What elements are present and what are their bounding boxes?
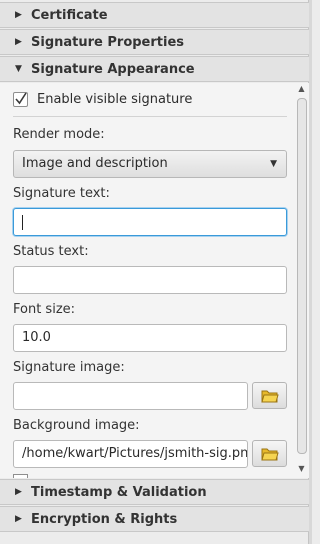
triangle-right-icon: ▶	[15, 514, 22, 524]
triangle-right-icon: ▶	[15, 37, 22, 47]
enable-visible-signature-checkbox[interactable]	[13, 92, 28, 107]
folder-icon	[261, 390, 279, 403]
triangle-down-icon: ▼	[15, 64, 22, 74]
enable-visible-signature-label[interactable]: Enable visible signature	[37, 92, 192, 107]
font-size-label: Font size:	[13, 302, 76, 317]
panel-header-certificate[interactable]: ▶ Certificate	[0, 2, 309, 28]
appearance-scrollbar[interactable]: ▲ ▼	[296, 84, 307, 475]
panel-header-timestamp-validation[interactable]: ▶ Timestamp & Validation	[0, 479, 309, 505]
chevron-down-icon: ▼	[270, 159, 277, 169]
panel-title: Certificate	[31, 7, 108, 23]
checkmark-icon	[15, 92, 27, 105]
panel-header-signature-appearance[interactable]: ▼ Signature Appearance	[0, 56, 309, 82]
browse-background-image-button[interactable]	[252, 440, 287, 467]
folder-icon	[261, 448, 279, 461]
signature-image-label: Signature image:	[13, 360, 125, 375]
signature-text-field[interactable]	[13, 208, 287, 236]
text-cursor	[22, 215, 23, 230]
background-image-value: /home/kwart/Pictures/jsmith-sig.pn	[22, 446, 248, 461]
browse-signature-image-button[interactable]	[252, 382, 287, 409]
render-mode-label: Render mode:	[13, 127, 105, 142]
status-text-label: Status text:	[13, 244, 89, 259]
font-size-field[interactable]: 10.0	[13, 324, 287, 352]
background-image-label: Background image:	[13, 418, 140, 433]
render-mode-value: Image and description	[22, 156, 168, 171]
signature-text-label: Signature text:	[13, 186, 110, 201]
panel-title: Encryption & Rights	[31, 511, 178, 527]
signature-image-field[interactable]	[13, 382, 248, 410]
scroll-up-icon[interactable]: ▲	[296, 84, 307, 93]
scroll-down-icon[interactable]: ▼	[296, 464, 307, 473]
panel-header-signature-properties[interactable]: ▶ Signature Properties	[0, 29, 309, 55]
scrollbar-thumb[interactable]	[297, 98, 307, 454]
partial-checkbox[interactable]	[13, 474, 28, 478]
separator	[13, 116, 287, 117]
font-size-value: 10.0	[22, 330, 51, 345]
panel-title: Signature Appearance	[31, 61, 195, 77]
panel-header-encryption-rights[interactable]: ▶ Encryption & Rights	[0, 506, 309, 532]
background-image-field[interactable]: /home/kwart/Pictures/jsmith-sig.pn	[13, 440, 248, 468]
triangle-right-icon: ▶	[15, 487, 22, 497]
panel-title: Signature Properties	[31, 34, 185, 50]
panel-title: Timestamp & Validation	[31, 484, 207, 500]
status-text-field[interactable]	[13, 266, 287, 294]
render-mode-select[interactable]: Image and description ▼	[13, 150, 287, 178]
triangle-right-icon: ▶	[15, 10, 22, 20]
